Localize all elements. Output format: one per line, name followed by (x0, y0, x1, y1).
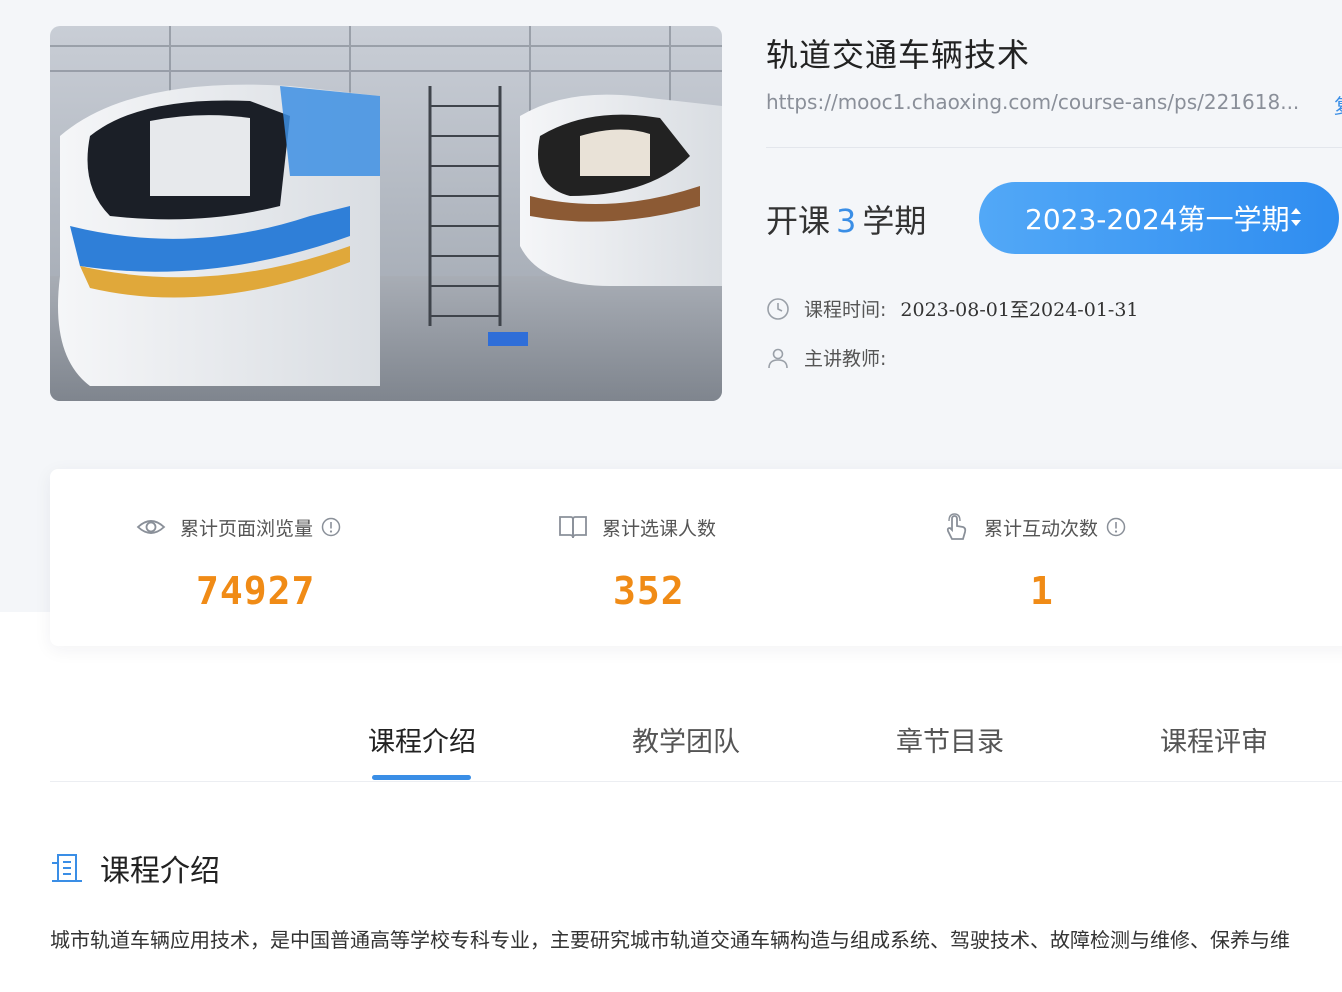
hand-pointer-icon (946, 513, 967, 540)
stat-label: 累计页面浏览量 (180, 517, 314, 540)
terms-count: 开课 3 学期 (766, 196, 926, 242)
stat-value: 1 (1030, 569, 1054, 613)
course-title: 轨道交通车辆技术 (766, 36, 1031, 74)
section-header: 课程介绍 (50, 846, 220, 890)
terms-number: 3 (836, 202, 857, 240)
teacher-row: 主讲教师: (766, 344, 900, 371)
book-icon (559, 516, 587, 539)
terms-prefix: 开课 (766, 202, 831, 240)
course-cover-image (50, 26, 722, 401)
tab-teaching-team[interactable]: 教学团队 (632, 720, 740, 759)
document-icon (52, 854, 82, 882)
stat-value: 74927 (196, 569, 316, 613)
sort-arrows-icon (1291, 208, 1301, 226)
course-url[interactable]: https://mooc1.chaoxing.com/course-ans/ps… (766, 90, 1306, 114)
tab-course-intro[interactable]: 课程介绍 (368, 720, 476, 759)
course-time-value: 2023-08-01至2024-01-31 (900, 299, 1139, 321)
clock-icon (767, 297, 789, 320)
course-time-row: 课程时间: 2023-08-01至2024-01-31 (766, 295, 1139, 322)
user-icon (768, 348, 788, 368)
course-tabs: 课程介绍 教学团队 章节目录 课程评审 (50, 700, 1342, 782)
copy-link-button[interactable]: 复 (1334, 90, 1342, 119)
active-tab-indicator (372, 775, 471, 780)
stat-enrollments: 累计选课人数 352 (558, 513, 717, 613)
stat-interactions: 累计互动次数 1 (940, 513, 1126, 613)
eye-icon (136, 520, 166, 534)
info-icon[interactable] (321, 517, 341, 537)
tab-chapter-list[interactable]: 章节目录 (896, 720, 1004, 759)
stat-value: 352 (613, 569, 685, 613)
stat-page-views: 累计页面浏览量 74927 (136, 513, 341, 613)
info-icon[interactable] (1106, 517, 1126, 537)
semester-select[interactable]: 2023-2024第一学期 (979, 182, 1339, 254)
stat-label: 累计选课人数 (602, 517, 717, 540)
semester-select-label: 2023-2024第一学期 (1025, 203, 1290, 236)
divider (766, 147, 1342, 148)
stat-label: 累计互动次数 (984, 517, 1099, 540)
course-intro-text: 城市轨道车辆应用技术，是中国普通高等学校专科专业，主要研究城市轨道交通车辆构造与… (50, 928, 1290, 952)
stats-card: 累计页面浏览量 74927 累计选课人数 352 累计互动次数 1 (50, 469, 1342, 646)
terms-suffix: 学期 (862, 202, 927, 240)
teacher-label: 主讲教师: (804, 348, 887, 370)
course-time-label: 课程时间: (804, 299, 887, 321)
section-title: 课程介绍 (100, 854, 220, 889)
tab-course-review[interactable]: 课程评审 (1160, 720, 1268, 759)
